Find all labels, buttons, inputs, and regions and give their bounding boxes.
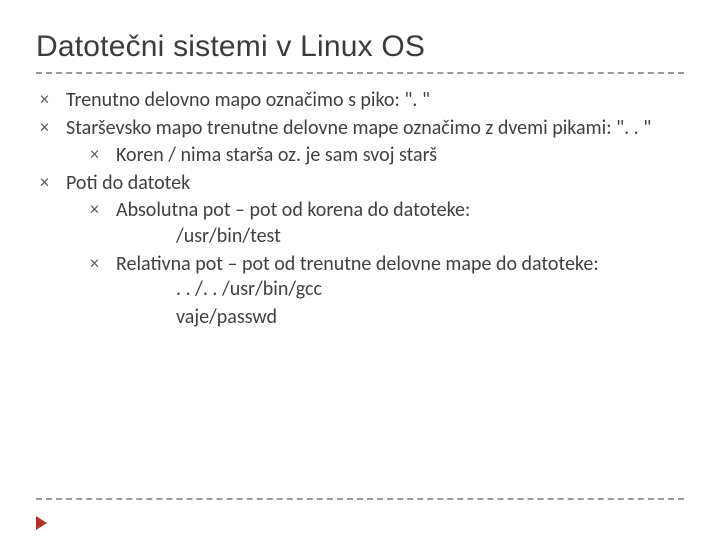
bullet-list: Trenutno delovno mapo označimo s piko: "… xyxy=(36,88,684,330)
code-example: . . /. . /usr/bin/gcc xyxy=(116,277,684,303)
bullet-text: Koren / nima starša oz. je sam svoj star… xyxy=(116,143,437,167)
list-item: Relativna pot – pot od trenutne delovne … xyxy=(90,252,684,331)
list-item: Koren / nima starša oz. je sam svoj star… xyxy=(90,143,684,169)
slide-title: Datotečni sistemi v Linux OS xyxy=(36,30,684,64)
title-divider xyxy=(36,72,684,74)
list-item: Starševsko mapo trenutne delovne mape oz… xyxy=(40,116,684,169)
sub-list: Absolutna pot – pot od korena do datotek… xyxy=(66,198,684,330)
code-example: /usr/bin/test xyxy=(116,224,684,250)
list-item: Trenutno delovno mapo označimo s piko: "… xyxy=(40,88,684,114)
slide: Datotečni sistemi v Linux OS Trenutno de… xyxy=(0,0,720,540)
bullet-text: Trenutno delovno mapo označimo s piko: "… xyxy=(66,88,430,112)
bullet-text: Relativna pot – pot od trenutne delovne … xyxy=(116,252,599,276)
list-item: Absolutna pot – pot od korena do datotek… xyxy=(90,198,684,249)
sub-list: Koren / nima starša oz. je sam svoj star… xyxy=(66,143,684,169)
bullet-text: Absolutna pot – pot od korena do datotek… xyxy=(116,198,470,222)
list-item: Poti do datotek Absolutna pot – pot od k… xyxy=(40,171,684,331)
footer-divider xyxy=(36,498,684,500)
bullet-text: Starševsko mapo trenutne delovne mape oz… xyxy=(66,116,651,140)
arrow-right-icon xyxy=(36,516,47,530)
bullet-text: Poti do datotek xyxy=(66,171,190,195)
code-example: vaje/passwd xyxy=(116,305,684,331)
